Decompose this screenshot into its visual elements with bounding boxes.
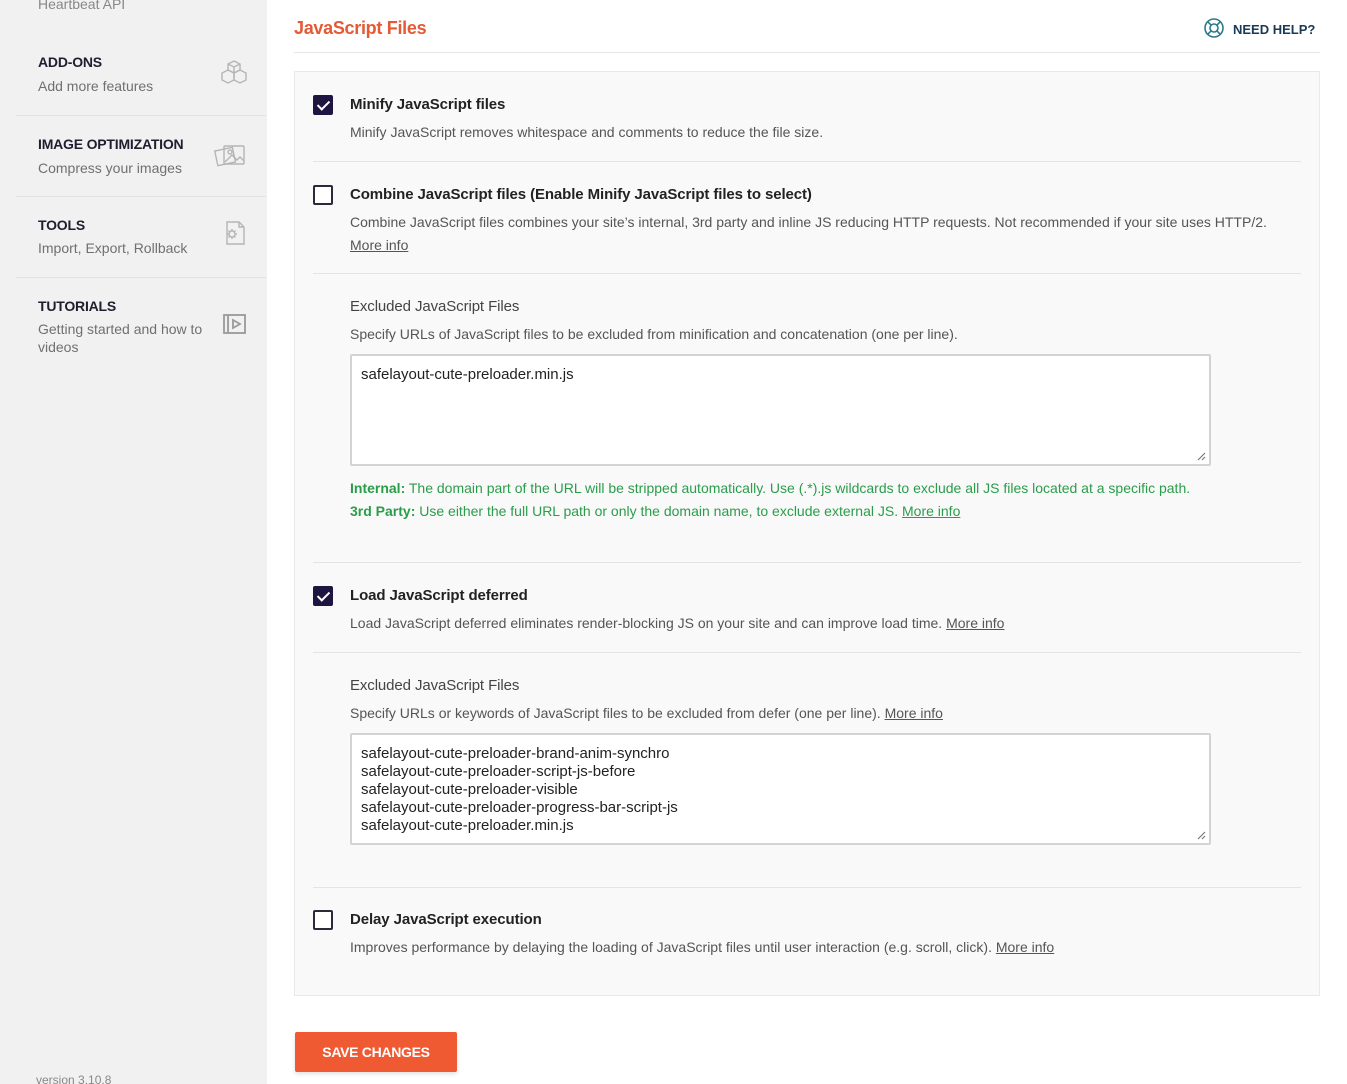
sidebar-item-add-ons[interactable]: ADD-ONS Add more features [16,34,266,116]
sidebar-item-tools[interactable]: TOOLS Import, Export, Rollback [16,197,266,278]
sidebar-item-tutorials[interactable]: TUTORIALS Getting started and how to vid… [16,278,266,368]
divider [313,887,1301,888]
sidebar-item-title: ADD-ONS [38,54,102,70]
defer-js-checkbox[interactable] [313,586,333,606]
page: Heartbeat API ADD-ONS Add more features … [0,0,1347,1084]
need-help-label: NEED HELP? [1233,21,1316,37]
delay-js-desc: Improves performance by delaying the loa… [350,936,1054,959]
resize-grip-icon[interactable] [1196,830,1206,840]
note-internal-label: Internal: [350,480,406,496]
sidebar: Heartbeat API ADD-ONS Add more features … [0,0,267,1084]
excluded-defer-textarea[interactable]: safelayout-cute-preloader-brand-anim-syn… [350,733,1211,845]
textarea-line: safelayout-cute-preloader-visible [361,781,578,798]
excluded-minify-textarea[interactable]: safelayout-cute-preloader.min.js [350,354,1211,466]
excluded-defer-more-info-link[interactable]: More info [885,705,943,721]
sidebar-item-image-optimization[interactable]: IMAGE OPTIMIZATION Compress your images [16,116,266,197]
combine-js-desc-text: Combine JavaScript files combines your s… [350,214,1267,230]
textarea-line: safelayout-cute-preloader.min.js [361,817,574,834]
textarea-line: safelayout-cute-preloader.min.js [361,366,574,383]
save-changes-button[interactable]: SAVE CHANGES [295,1032,457,1072]
defer-js-title: Load JavaScript deferred [350,587,528,604]
textarea-line: safelayout-cute-preloader-brand-anim-syn… [361,745,670,762]
defer-more-info-link[interactable]: More info [946,615,1004,631]
sidebar-item-subtitle: Add more features [38,78,154,94]
minify-js-title: Minify JavaScript files [350,96,506,113]
video-icon [222,312,248,338]
images-icon [213,141,248,169]
combine-js-title: Combine JavaScript files (Enable Minify … [350,186,812,203]
combine-js-checkbox[interactable] [313,185,333,205]
sidebar-item-subtitle: Getting started and how to videos [38,321,203,355]
excluded-minify-desc: Specify URLs of JavaScript files to be e… [350,326,958,342]
sidebar-item-title: TUTORIALS [38,298,117,314]
delay-more-info-link[interactable]: More info [996,939,1054,955]
excluded-defer-title: Excluded JavaScript Files [350,677,520,694]
note-3rd-text: Use either the full URL path or only the… [415,503,902,519]
excluded-defer-desc: Specify URLs or keywords of JavaScript f… [350,702,943,725]
sidebar-item-title: TOOLS [38,217,85,233]
sidebar-item-subtitle: Compress your images [38,160,182,176]
defer-js-desc: Load JavaScript deferred eliminates rend… [350,612,1004,635]
divider [313,273,1301,274]
excluded-defer-desc-text: Specify URLs or keywords of JavaScript f… [350,705,885,721]
sidebar-item-subtitle: Import, Export, Rollback [38,240,188,256]
combine-more-info-link[interactable]: More info [350,237,408,253]
note-3rd-label: 3rd Party: [350,503,416,519]
textarea-line: safelayout-cute-preloader-script-js-befo… [361,763,636,780]
gear-file-icon [220,219,248,247]
note-more-info-link[interactable]: More info [902,503,960,519]
sidebar-item-title: IMAGE OPTIMIZATION [38,136,184,152]
page-title: JavaScript Files [294,18,427,38]
sidebar-item-heartbeat[interactable]: Heartbeat API [38,0,125,12]
title-divider [294,52,1320,53]
delay-js-title: Delay JavaScript execution [350,911,542,928]
resize-grip-icon[interactable] [1196,451,1206,461]
cubes-icon [220,58,248,86]
divider [313,161,1301,162]
need-help-link[interactable]: NEED HELP? [1203,17,1315,41]
combine-js-desc: Combine JavaScript files combines your s… [350,211,1310,257]
note-internal-text: The domain part of the URL will be strip… [405,480,1191,496]
version-label: version 3.10.8 [36,1073,112,1084]
divider [313,652,1301,653]
excluded-minify-title: Excluded JavaScript Files [350,298,520,315]
minify-js-desc: Minify JavaScript removes whitespace and… [350,124,824,140]
delay-js-desc-text: Improves performance by delaying the loa… [350,939,996,955]
defer-js-desc-text: Load JavaScript deferred eliminates rend… [350,615,947,631]
delay-js-checkbox[interactable] [313,910,333,930]
minify-js-checkbox[interactable] [313,95,333,115]
lifebuoy-icon [1203,17,1225,42]
main-content: JavaScript Files NEED HELP? Minify JavaS… [267,0,1347,1084]
excluded-minify-note: Internal: The domain part of the URL wil… [350,477,1220,523]
divider [313,562,1301,563]
settings-panel: Minify JavaScript files Minify JavaScrip… [294,71,1320,996]
textarea-line: safelayout-cute-preloader-progress-bar-s… [361,799,678,816]
